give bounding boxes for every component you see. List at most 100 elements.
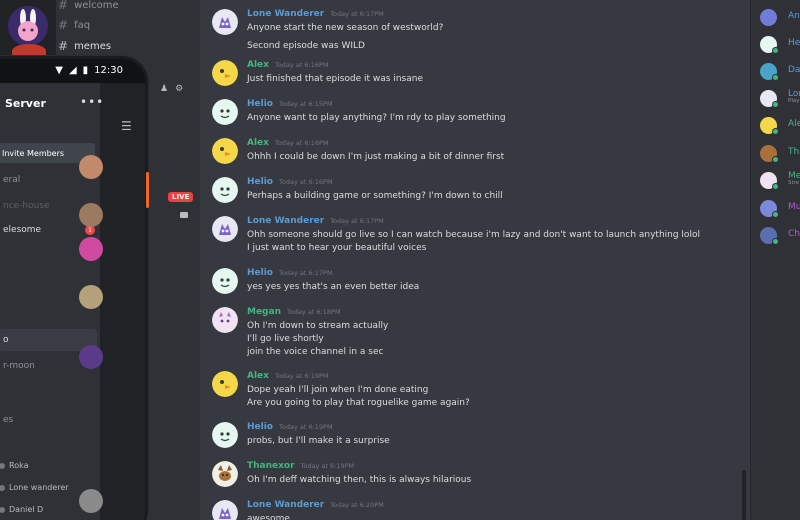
author-name[interactable]: Alex — [247, 138, 269, 148]
member-name: Ale — [788, 119, 800, 129]
avatar — [0, 506, 5, 513]
message-text: Second episode was WILD — [247, 41, 365, 51]
voice-user-label: Lone wanderer — [9, 483, 69, 492]
avatar-bot-icon — [212, 99, 238, 125]
channel-memes[interactable]: # memes — [58, 37, 111, 55]
avatar[interactable] — [212, 177, 238, 203]
message-header: Helio Today at 6:16PM — [247, 177, 333, 187]
guild-avatar[interactable] — [79, 203, 103, 227]
message-text: Anyone start the new season of westworld… — [247, 23, 444, 33]
message-text: Are you going to play that roguelike gam… — [247, 398, 470, 408]
avatar[interactable] — [212, 268, 238, 294]
message-header: Helio Today at 6:15PM — [247, 99, 333, 109]
avatar[interactable] — [212, 60, 238, 86]
server-icon[interactable] — [8, 6, 48, 46]
member-item[interactable]: He — [760, 33, 800, 55]
member-item[interactable]: Me Stre — [760, 169, 800, 191]
member-name: Da — [788, 65, 800, 75]
member-item[interactable]: Ale — [760, 114, 800, 136]
phone-channel[interactable]: nce-house — [3, 201, 50, 211]
message-text: join the voice channel in a sec — [247, 347, 384, 357]
phone-channel[interactable]: elesome — [3, 225, 41, 235]
avatar[interactable] — [212, 138, 238, 164]
online-status-icon — [772, 101, 779, 108]
avatar[interactable] — [212, 9, 238, 35]
avatar[interactable] — [212, 422, 238, 448]
message-header: Helio Today at 6:19PM — [247, 422, 333, 432]
message-text: I just want to hear your beautiful voice… — [247, 243, 427, 253]
chat-scrollbar[interactable] — [742, 470, 746, 520]
live-badge: LIVE — [168, 192, 194, 202]
avatar[interactable] — [212, 216, 238, 242]
avatar-chick-icon — [212, 60, 238, 86]
message-header: Alex Today at 6:16PM — [247, 138, 329, 148]
message-text: Anyone want to play anything? I'm rdy to… — [247, 113, 506, 123]
channel-welcome[interactable]: # welcome — [58, 0, 119, 14]
member-activity: Stre — [788, 180, 800, 186]
timestamp: Today at 6:20PM — [330, 501, 384, 509]
guild-avatar[interactable] — [79, 237, 103, 261]
phone-status-bar: ▼ ◢ ▮ 12:30 — [0, 59, 145, 81]
message-header: Lone Wanderer Today at 6:17PM — [247, 9, 384, 19]
member-activity: Play — [788, 98, 800, 104]
avatar[interactable] — [212, 99, 238, 125]
author-name[interactable]: Megan — [247, 307, 281, 317]
hash-icon: # — [58, 0, 69, 12]
member-name: Mu — [788, 202, 800, 212]
author-name[interactable]: Helio — [247, 177, 273, 187]
camera-icon[interactable] — [180, 212, 188, 218]
phone-channel[interactable]: r-moon — [3, 361, 35, 371]
author-name[interactable]: Helio — [247, 268, 273, 278]
member-item[interactable]: Lon Play — [760, 87, 800, 109]
message-header: Thanexor Today at 6:19PM — [247, 461, 354, 471]
add-user-icon[interactable]: ♟ — [160, 84, 168, 94]
battery-icon: ▮ — [82, 64, 89, 76]
avatar[interactable] — [212, 371, 238, 397]
member-item[interactable]: Mu — [760, 197, 800, 219]
avatar[interactable] — [212, 307, 238, 333]
avatar-ghost-icon — [212, 9, 238, 35]
message-text: Oh I'm down to stream actually — [247, 321, 389, 331]
author-name[interactable]: Alex — [247, 60, 269, 70]
member-item[interactable]: Ch — [760, 224, 800, 246]
guild-avatar[interactable] — [79, 285, 103, 309]
guild-avatar[interactable] — [79, 345, 103, 369]
timestamp: Today at 6:16PM — [279, 178, 333, 186]
phone-voice-user: Roka — [0, 461, 29, 470]
member-name: Ch — [788, 229, 800, 239]
member-name: Tha — [788, 147, 800, 157]
message-header: Lone Wanderer Today at 6:17PM — [247, 216, 384, 226]
phone-channel[interactable]: o — [3, 335, 9, 345]
avatar[interactable] — [212, 500, 238, 520]
avatar[interactable] — [212, 461, 238, 487]
signal-icon: ◢ — [68, 64, 77, 76]
more-options-icon[interactable]: ••• — [80, 95, 104, 109]
member-item[interactable]: Tha — [760, 142, 800, 164]
guild-avatar[interactable] — [79, 155, 103, 179]
phone-channel[interactable]: eral — [3, 175, 20, 185]
chat-messages: Lone Wanderer Today at 6:17PM Anyone sta… — [200, 0, 750, 520]
author-name[interactable]: Lone Wanderer — [247, 9, 324, 19]
member-item[interactable]: An — [760, 6, 800, 28]
channel-label: faq — [74, 19, 91, 31]
author-name[interactable]: Helio — [247, 99, 273, 109]
stream-indicator — [146, 172, 149, 208]
member-item[interactable]: Da — [760, 60, 800, 82]
timestamp: Today at 6:16PM — [274, 139, 329, 147]
online-status-icon — [772, 211, 779, 218]
avatar-bot-icon — [212, 268, 238, 294]
author-name[interactable]: Alex — [247, 371, 269, 381]
channel-faq[interactable]: # faq — [58, 16, 90, 34]
author-name[interactable]: Lone Wanderer — [247, 500, 324, 510]
author-name[interactable]: Thanexor — [247, 461, 295, 471]
timestamp: Today at 6:18PM — [286, 308, 341, 316]
timestamp: Today at 6:17PM — [330, 217, 384, 225]
author-name[interactable]: Helio — [247, 422, 273, 432]
timestamp: Today at 6:16PM — [274, 61, 329, 69]
hamburger-icon[interactable]: ☰ — [121, 119, 132, 133]
phone-voice-channel[interactable]: es — [3, 415, 13, 425]
online-status-icon — [772, 238, 779, 245]
gear-icon[interactable]: ⚙ — [175, 84, 183, 94]
author-name[interactable]: Lone Wanderer — [247, 216, 324, 226]
guild-avatar[interactable] — [79, 489, 103, 513]
